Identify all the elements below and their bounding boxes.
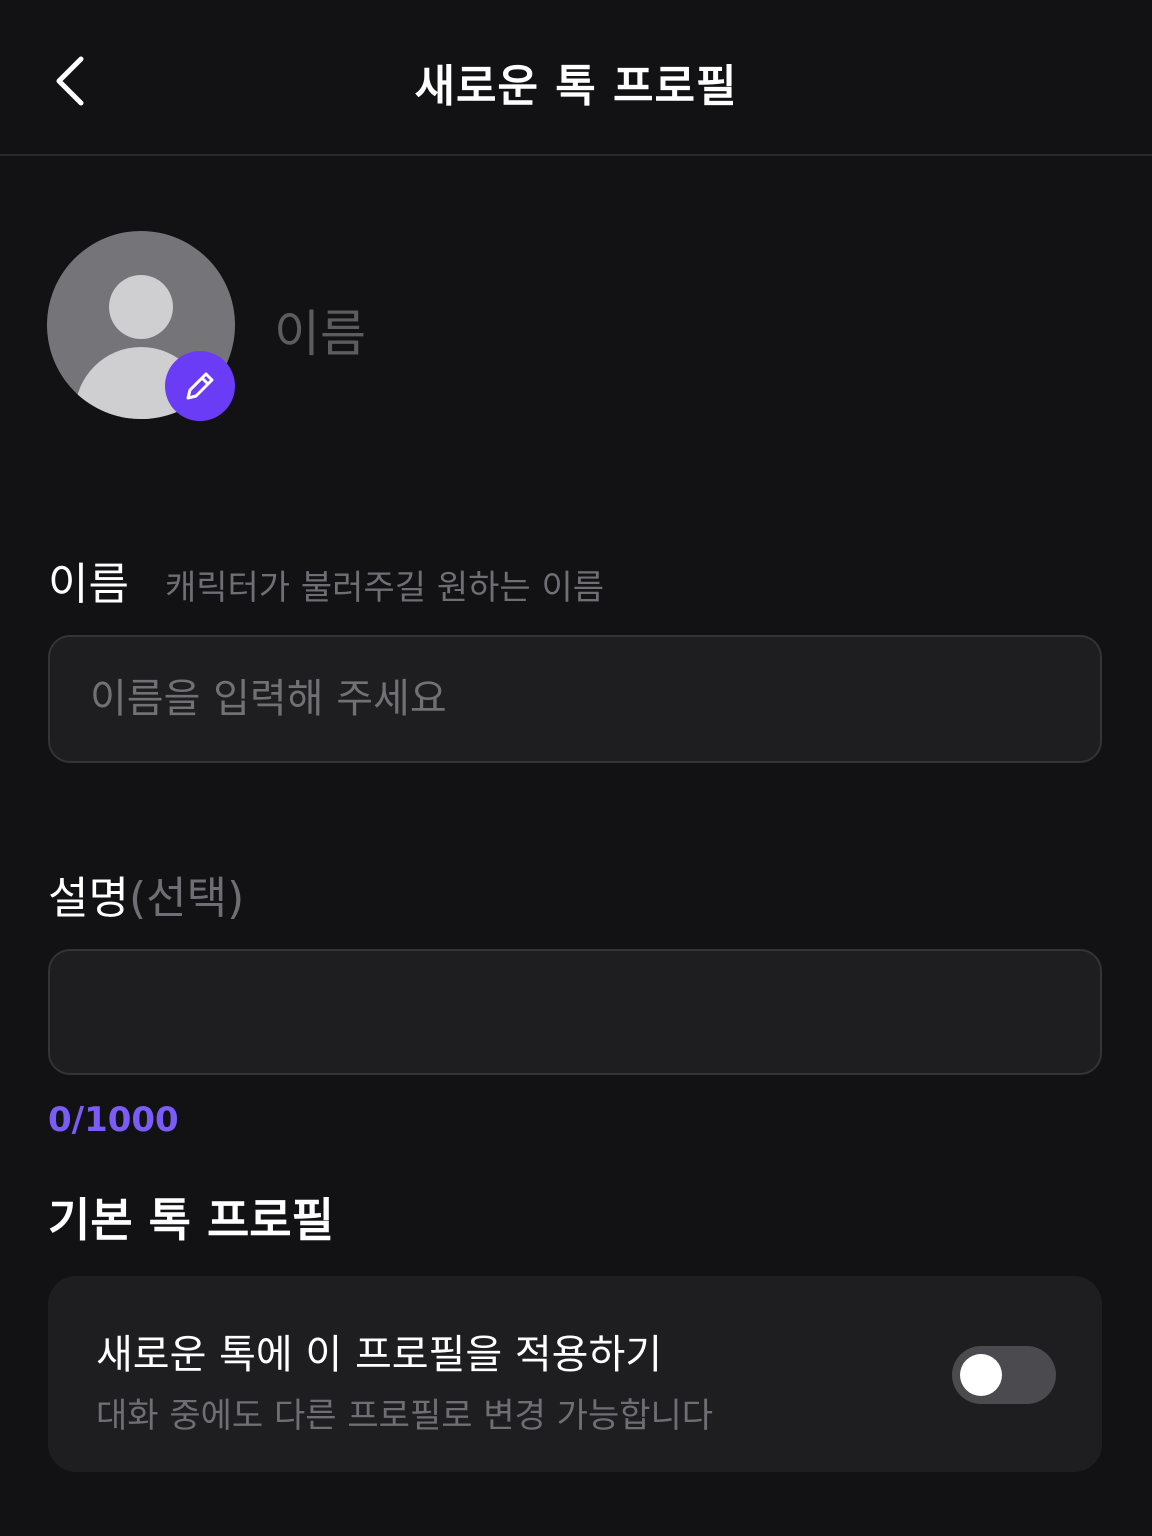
page-title: 새로운 톡 프로필 — [414, 61, 738, 112]
name-input[interactable] — [50, 637, 1100, 761]
optional-tag: (선택) — [128, 873, 245, 924]
pencil-icon — [186, 372, 214, 400]
setting-description: 대화 중에도 다른 프로필로 변경 가능합니다 — [96, 1396, 714, 1436]
name-label: 이름 — [48, 559, 129, 610]
top-bar: 새로운 톡 프로필 — [0, 0, 1152, 156]
default-profile-setting-card: 새로운 톡에 이 프로필을 적용하기 대화 중에도 다른 프로필로 변경 가능합… — [48, 1276, 1102, 1472]
description-input-box[interactable] — [48, 949, 1102, 1075]
avatar-container[interactable] — [47, 231, 237, 421]
character-counter: 0/1000 — [48, 1100, 179, 1140]
description-label: 설명 — [48, 873, 129, 924]
setting-title: 새로운 톡에 이 프로필을 적용하기 — [96, 1332, 663, 1378]
name-input-box[interactable] — [48, 635, 1102, 763]
description-input[interactable] — [50, 951, 1100, 1073]
name-label-row: 이름 캐릭터가 불러주길 원하는 이름 — [48, 548, 604, 612]
name-hint: 캐릭터가 불러주길 원하는 이름 — [164, 568, 605, 608]
toggle-knob — [960, 1354, 1002, 1396]
description-label-row: 설명 (선택) — [48, 862, 244, 926]
profile-name-display: 이름 — [274, 305, 366, 363]
avatar-head-shape — [109, 275, 173, 339]
edit-avatar-button[interactable] — [165, 351, 235, 421]
new-talk-profile-screen: 새로운 톡 프로필 이름 이름 캐릭터가 불러주길 원하는 이름 설명 (선택)… — [0, 0, 1152, 1536]
default-profile-section-title: 기본 톡 프로필 — [48, 1193, 334, 1247]
apply-profile-toggle[interactable] — [952, 1346, 1056, 1404]
